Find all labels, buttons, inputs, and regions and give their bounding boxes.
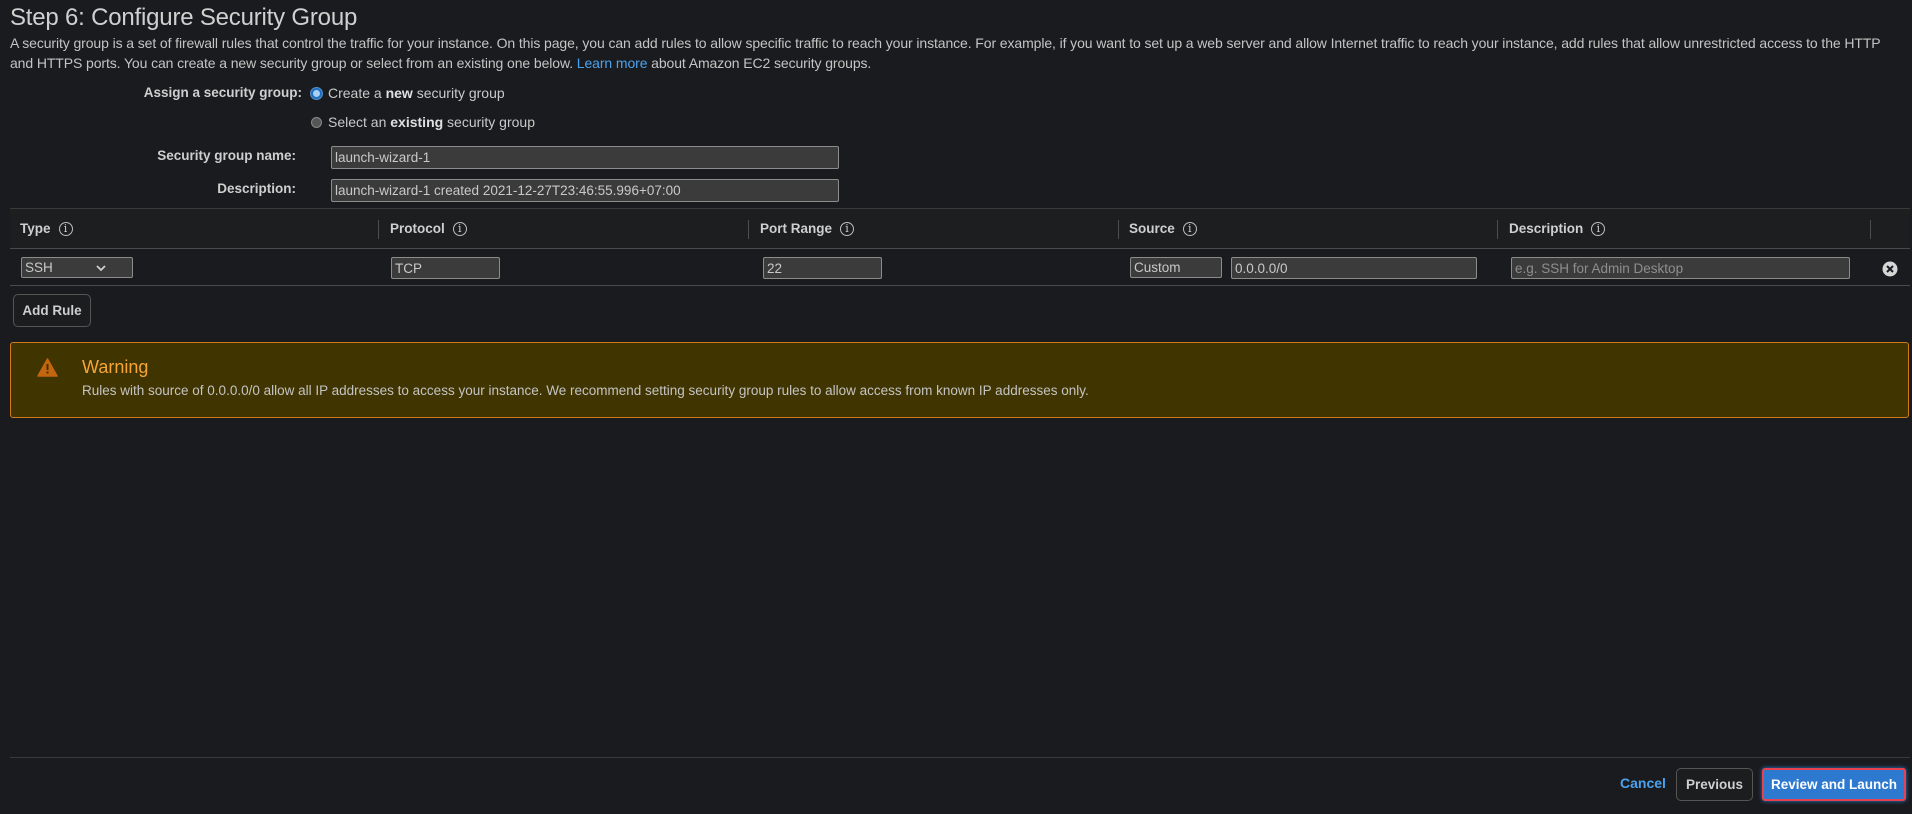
- learn-more-link[interactable]: Learn more: [577, 55, 648, 71]
- radio-select-existing-label: Select an existing security group: [328, 114, 535, 130]
- info-icon[interactable]: i: [1182, 221, 1197, 236]
- header-type: Type i: [20, 221, 73, 236]
- info-icon[interactable]: i: [452, 221, 467, 236]
- protocol-input[interactable]: [391, 257, 500, 279]
- radio-create-new[interactable]: Create a new security group: [311, 85, 505, 101]
- footer-divider: [10, 757, 1910, 758]
- source-type-select[interactable]: Custom: [1130, 257, 1222, 278]
- radio-select-existing-input[interactable]: [311, 116, 322, 128]
- chevron-down-icon: [96, 265, 106, 272]
- column-divider: [1118, 220, 1119, 239]
- intro-text: A security group is a set of firewall ru…: [10, 35, 1881, 71]
- previous-button[interactable]: Previous: [1676, 768, 1753, 801]
- header-protocol: Protocol i: [390, 221, 467, 236]
- security-group-name-label: Security group name:: [157, 148, 296, 163]
- review-and-launch-button[interactable]: Review and Launch: [1762, 768, 1906, 801]
- warning-alert: Warning Rules with source of 0.0.0.0/0 a…: [10, 342, 1909, 418]
- intro-suffix: about Amazon EC2 security groups.: [651, 55, 872, 71]
- header-description: Description i: [1509, 221, 1606, 236]
- warning-text: Rules with source of 0.0.0.0/0 allow all…: [82, 383, 1089, 398]
- info-icon[interactable]: i: [840, 221, 855, 236]
- header-source: Source i: [1129, 221, 1197, 236]
- radio-create-new-input[interactable]: [311, 87, 322, 99]
- table-row: SSH Custom: [10, 249, 1910, 286]
- column-divider: [1497, 220, 1498, 239]
- column-divider: [748, 220, 749, 239]
- warning-triangle-icon: [37, 358, 58, 377]
- info-icon[interactable]: i: [1591, 221, 1606, 236]
- cancel-button[interactable]: Cancel: [1620, 775, 1666, 791]
- source-cidr-input[interactable]: [1231, 257, 1477, 279]
- description-input[interactable]: [331, 179, 839, 202]
- warning-title: Warning: [82, 357, 149, 377]
- add-rule-button[interactable]: Add Rule: [13, 294, 91, 327]
- intro-paragraph: A security group is a set of firewall ru…: [10, 33, 1890, 73]
- radio-create-new-label: Create a new security group: [328, 85, 505, 101]
- type-select-value: SSH: [25, 259, 53, 275]
- column-divider: [1870, 220, 1871, 239]
- description-label: Description:: [217, 181, 296, 196]
- header-port-range: Port Range i: [760, 221, 855, 236]
- rule-description-input[interactable]: [1511, 257, 1850, 279]
- radio-select-existing[interactable]: Select an existing security group: [311, 114, 535, 130]
- security-group-name-input[interactable]: [331, 146, 839, 169]
- type-select[interactable]: SSH: [21, 257, 133, 278]
- page-title: Step 6: Configure Security Group: [10, 4, 358, 31]
- column-divider: [378, 220, 379, 239]
- info-icon[interactable]: i: [58, 221, 73, 236]
- assign-security-group-label: Assign a security group:: [143, 85, 302, 100]
- rules-table-header: Type i Protocol i Port Range i Source i Desc…: [10, 208, 1910, 249]
- port-range-input[interactable]: [763, 257, 882, 279]
- close-circle-icon[interactable]: [1882, 261, 1898, 277]
